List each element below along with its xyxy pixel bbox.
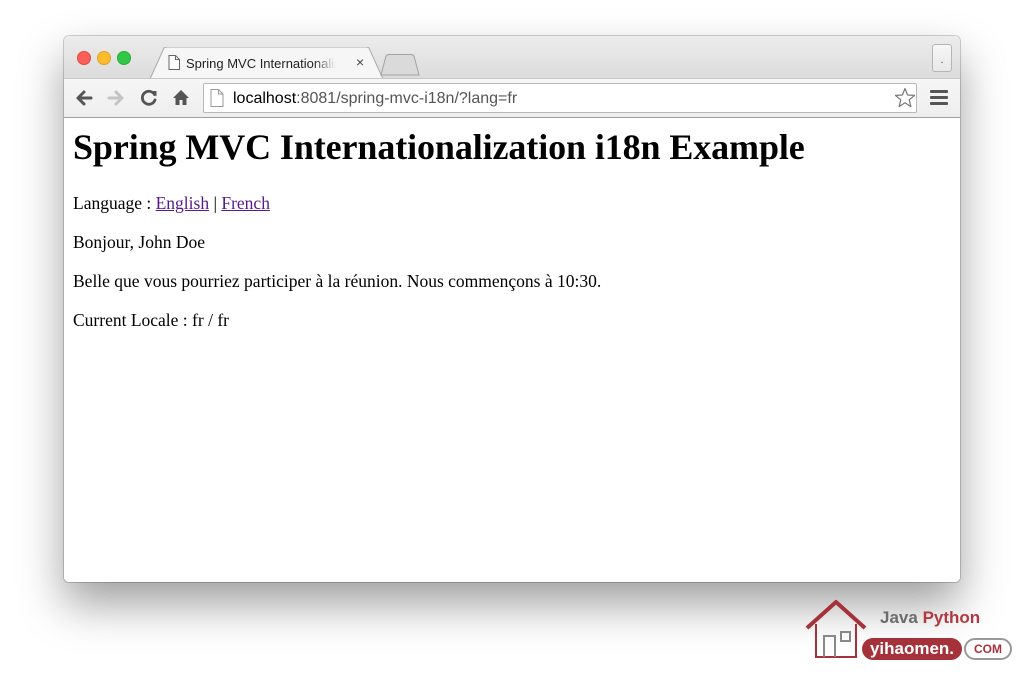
message-text: Belle que vous pourriez participer à la … (73, 271, 602, 291)
tab-close-icon[interactable]: × (356, 54, 364, 70)
url-path: :8081/spring-mvc-i18n/?lang=fr (296, 90, 518, 107)
url-text[interactable]: localhost:8081/spring-mvc-i18n/?lang=fr (233, 90, 517, 108)
browser-window: Spring MVC Internationalization i18n Exa… (64, 36, 960, 582)
watermark-tagline: Java Python (880, 608, 980, 628)
url-host: localhost (233, 90, 297, 107)
watermark-java: Java (880, 608, 918, 627)
title-bar: Spring MVC Internationalization i18n Exa… (64, 36, 960, 79)
page-heading: Spring MVC Internationalization i18n Exa… (73, 127, 805, 167)
page-content: Spring MVC Internationalization i18n Exa… (64, 118, 960, 582)
watermark-house-icon (805, 600, 867, 658)
language-label: Language : (73, 193, 156, 213)
current-locale-text: Current Locale : fr / fr (73, 310, 229, 330)
greeting-text: Bonjour, John Doe (73, 232, 206, 252)
menu-icon[interactable] (930, 90, 948, 106)
address-bar[interactable]: localhost:8081/spring-mvc-i18n/?lang=fr (203, 83, 917, 113)
page-icon (210, 89, 224, 107)
new-tab-button[interactable] (380, 54, 420, 76)
profile-button[interactable]: . (932, 44, 952, 72)
watermark-site: yihaomen. (862, 638, 962, 660)
watermark-python: Python (922, 608, 981, 627)
minimize-window-button[interactable] (97, 51, 111, 65)
toolbar: localhost:8081/spring-mvc-i18n/?lang=fr (64, 78, 960, 118)
bookmark-star-icon[interactable] (894, 87, 916, 109)
tab-title: Spring MVC Internationalization i18n Exa… (186, 56, 336, 71)
close-window-button[interactable] (77, 51, 91, 65)
back-icon[interactable] (74, 88, 94, 108)
home-icon[interactable] (171, 88, 191, 108)
french-link[interactable]: French (221, 193, 270, 213)
language-selector: Language : English | French (73, 193, 270, 214)
reload-icon[interactable] (139, 88, 159, 108)
language-separator: | (209, 193, 222, 213)
forward-icon[interactable] (106, 88, 126, 108)
english-link[interactable]: English (156, 193, 209, 213)
watermark-tld: COM (964, 638, 1012, 660)
document-icon (168, 55, 180, 70)
zoom-window-button[interactable] (117, 51, 131, 65)
